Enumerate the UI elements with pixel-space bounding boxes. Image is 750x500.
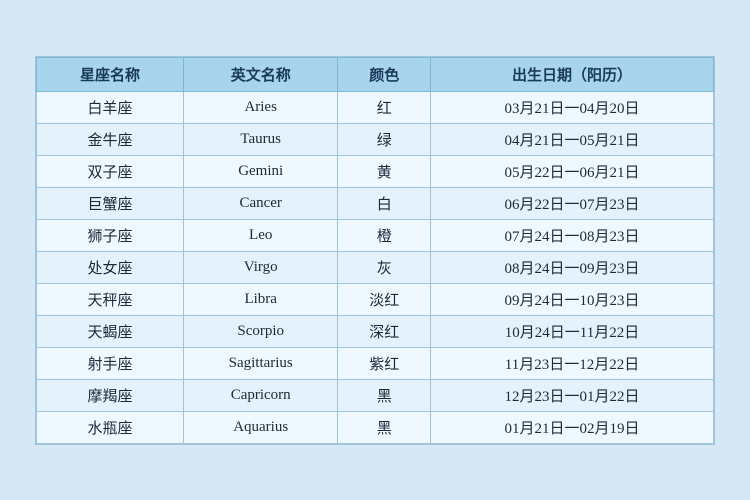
cell-chinese-name: 双子座 [37, 155, 184, 187]
cell-chinese-name: 水瓶座 [37, 411, 184, 443]
cell-chinese-name: 射手座 [37, 347, 184, 379]
cell-dates: 09月24日一10月23日 [430, 283, 713, 315]
cell-chinese-name: 天秤座 [37, 283, 184, 315]
cell-color: 红 [338, 91, 431, 123]
cell-english-name: Cancer [183, 187, 337, 219]
cell-english-name: Aries [183, 91, 337, 123]
header-chinese-name: 星座名称 [37, 57, 184, 91]
cell-english-name: Taurus [183, 123, 337, 155]
table-row: 摩羯座Capricorn黑12月23日一01月22日 [37, 379, 714, 411]
cell-chinese-name: 摩羯座 [37, 379, 184, 411]
header-color: 颜色 [338, 57, 431, 91]
table-row: 白羊座Aries红03月21日一04月20日 [37, 91, 714, 123]
cell-chinese-name: 狮子座 [37, 219, 184, 251]
cell-color: 淡红 [338, 283, 431, 315]
cell-dates: 03月21日一04月20日 [430, 91, 713, 123]
table-body: 白羊座Aries红03月21日一04月20日金牛座Taurus绿04月21日一0… [37, 91, 714, 443]
cell-english-name: Virgo [183, 251, 337, 283]
cell-color: 灰 [338, 251, 431, 283]
cell-dates: 10月24日一11月22日 [430, 315, 713, 347]
table-header-row: 星座名称 英文名称 颜色 出生日期（阳历） [37, 57, 714, 91]
cell-chinese-name: 处女座 [37, 251, 184, 283]
table-row: 水瓶座Aquarius黑01月21日一02月19日 [37, 411, 714, 443]
cell-dates: 08月24日一09月23日 [430, 251, 713, 283]
cell-dates: 05月22日一06月21日 [430, 155, 713, 187]
cell-chinese-name: 金牛座 [37, 123, 184, 155]
cell-color: 黑 [338, 411, 431, 443]
table-row: 天秤座Libra淡红09月24日一10月23日 [37, 283, 714, 315]
table-row: 巨蟹座Cancer白06月22日一07月23日 [37, 187, 714, 219]
cell-english-name: Libra [183, 283, 337, 315]
cell-color: 黄 [338, 155, 431, 187]
cell-english-name: Sagittarius [183, 347, 337, 379]
zodiac-table: 星座名称 英文名称 颜色 出生日期（阳历） 白羊座Aries红03月21日一04… [36, 57, 714, 444]
table-row: 处女座Virgo灰08月24日一09月23日 [37, 251, 714, 283]
header-dates: 出生日期（阳历） [430, 57, 713, 91]
cell-english-name: Scorpio [183, 315, 337, 347]
cell-color: 紫红 [338, 347, 431, 379]
table-row: 射手座Sagittarius紫红11月23日一12月22日 [37, 347, 714, 379]
cell-color: 白 [338, 187, 431, 219]
table-row: 金牛座Taurus绿04月21日一05月21日 [37, 123, 714, 155]
cell-english-name: Aquarius [183, 411, 337, 443]
zodiac-table-container: 星座名称 英文名称 颜色 出生日期（阳历） 白羊座Aries红03月21日一04… [35, 56, 715, 445]
cell-dates: 12月23日一01月22日 [430, 379, 713, 411]
cell-color: 深红 [338, 315, 431, 347]
header-english-name: 英文名称 [183, 57, 337, 91]
cell-dates: 06月22日一07月23日 [430, 187, 713, 219]
cell-dates: 11月23日一12月22日 [430, 347, 713, 379]
cell-color: 橙 [338, 219, 431, 251]
cell-chinese-name: 天蝎座 [37, 315, 184, 347]
cell-color: 黑 [338, 379, 431, 411]
table-row: 狮子座Leo橙07月24日一08月23日 [37, 219, 714, 251]
cell-dates: 07月24日一08月23日 [430, 219, 713, 251]
cell-dates: 01月21日一02月19日 [430, 411, 713, 443]
cell-color: 绿 [338, 123, 431, 155]
cell-chinese-name: 白羊座 [37, 91, 184, 123]
cell-english-name: Leo [183, 219, 337, 251]
cell-chinese-name: 巨蟹座 [37, 187, 184, 219]
cell-dates: 04月21日一05月21日 [430, 123, 713, 155]
table-row: 天蝎座Scorpio深红10月24日一11月22日 [37, 315, 714, 347]
table-row: 双子座Gemini黄05月22日一06月21日 [37, 155, 714, 187]
cell-english-name: Capricorn [183, 379, 337, 411]
cell-english-name: Gemini [183, 155, 337, 187]
